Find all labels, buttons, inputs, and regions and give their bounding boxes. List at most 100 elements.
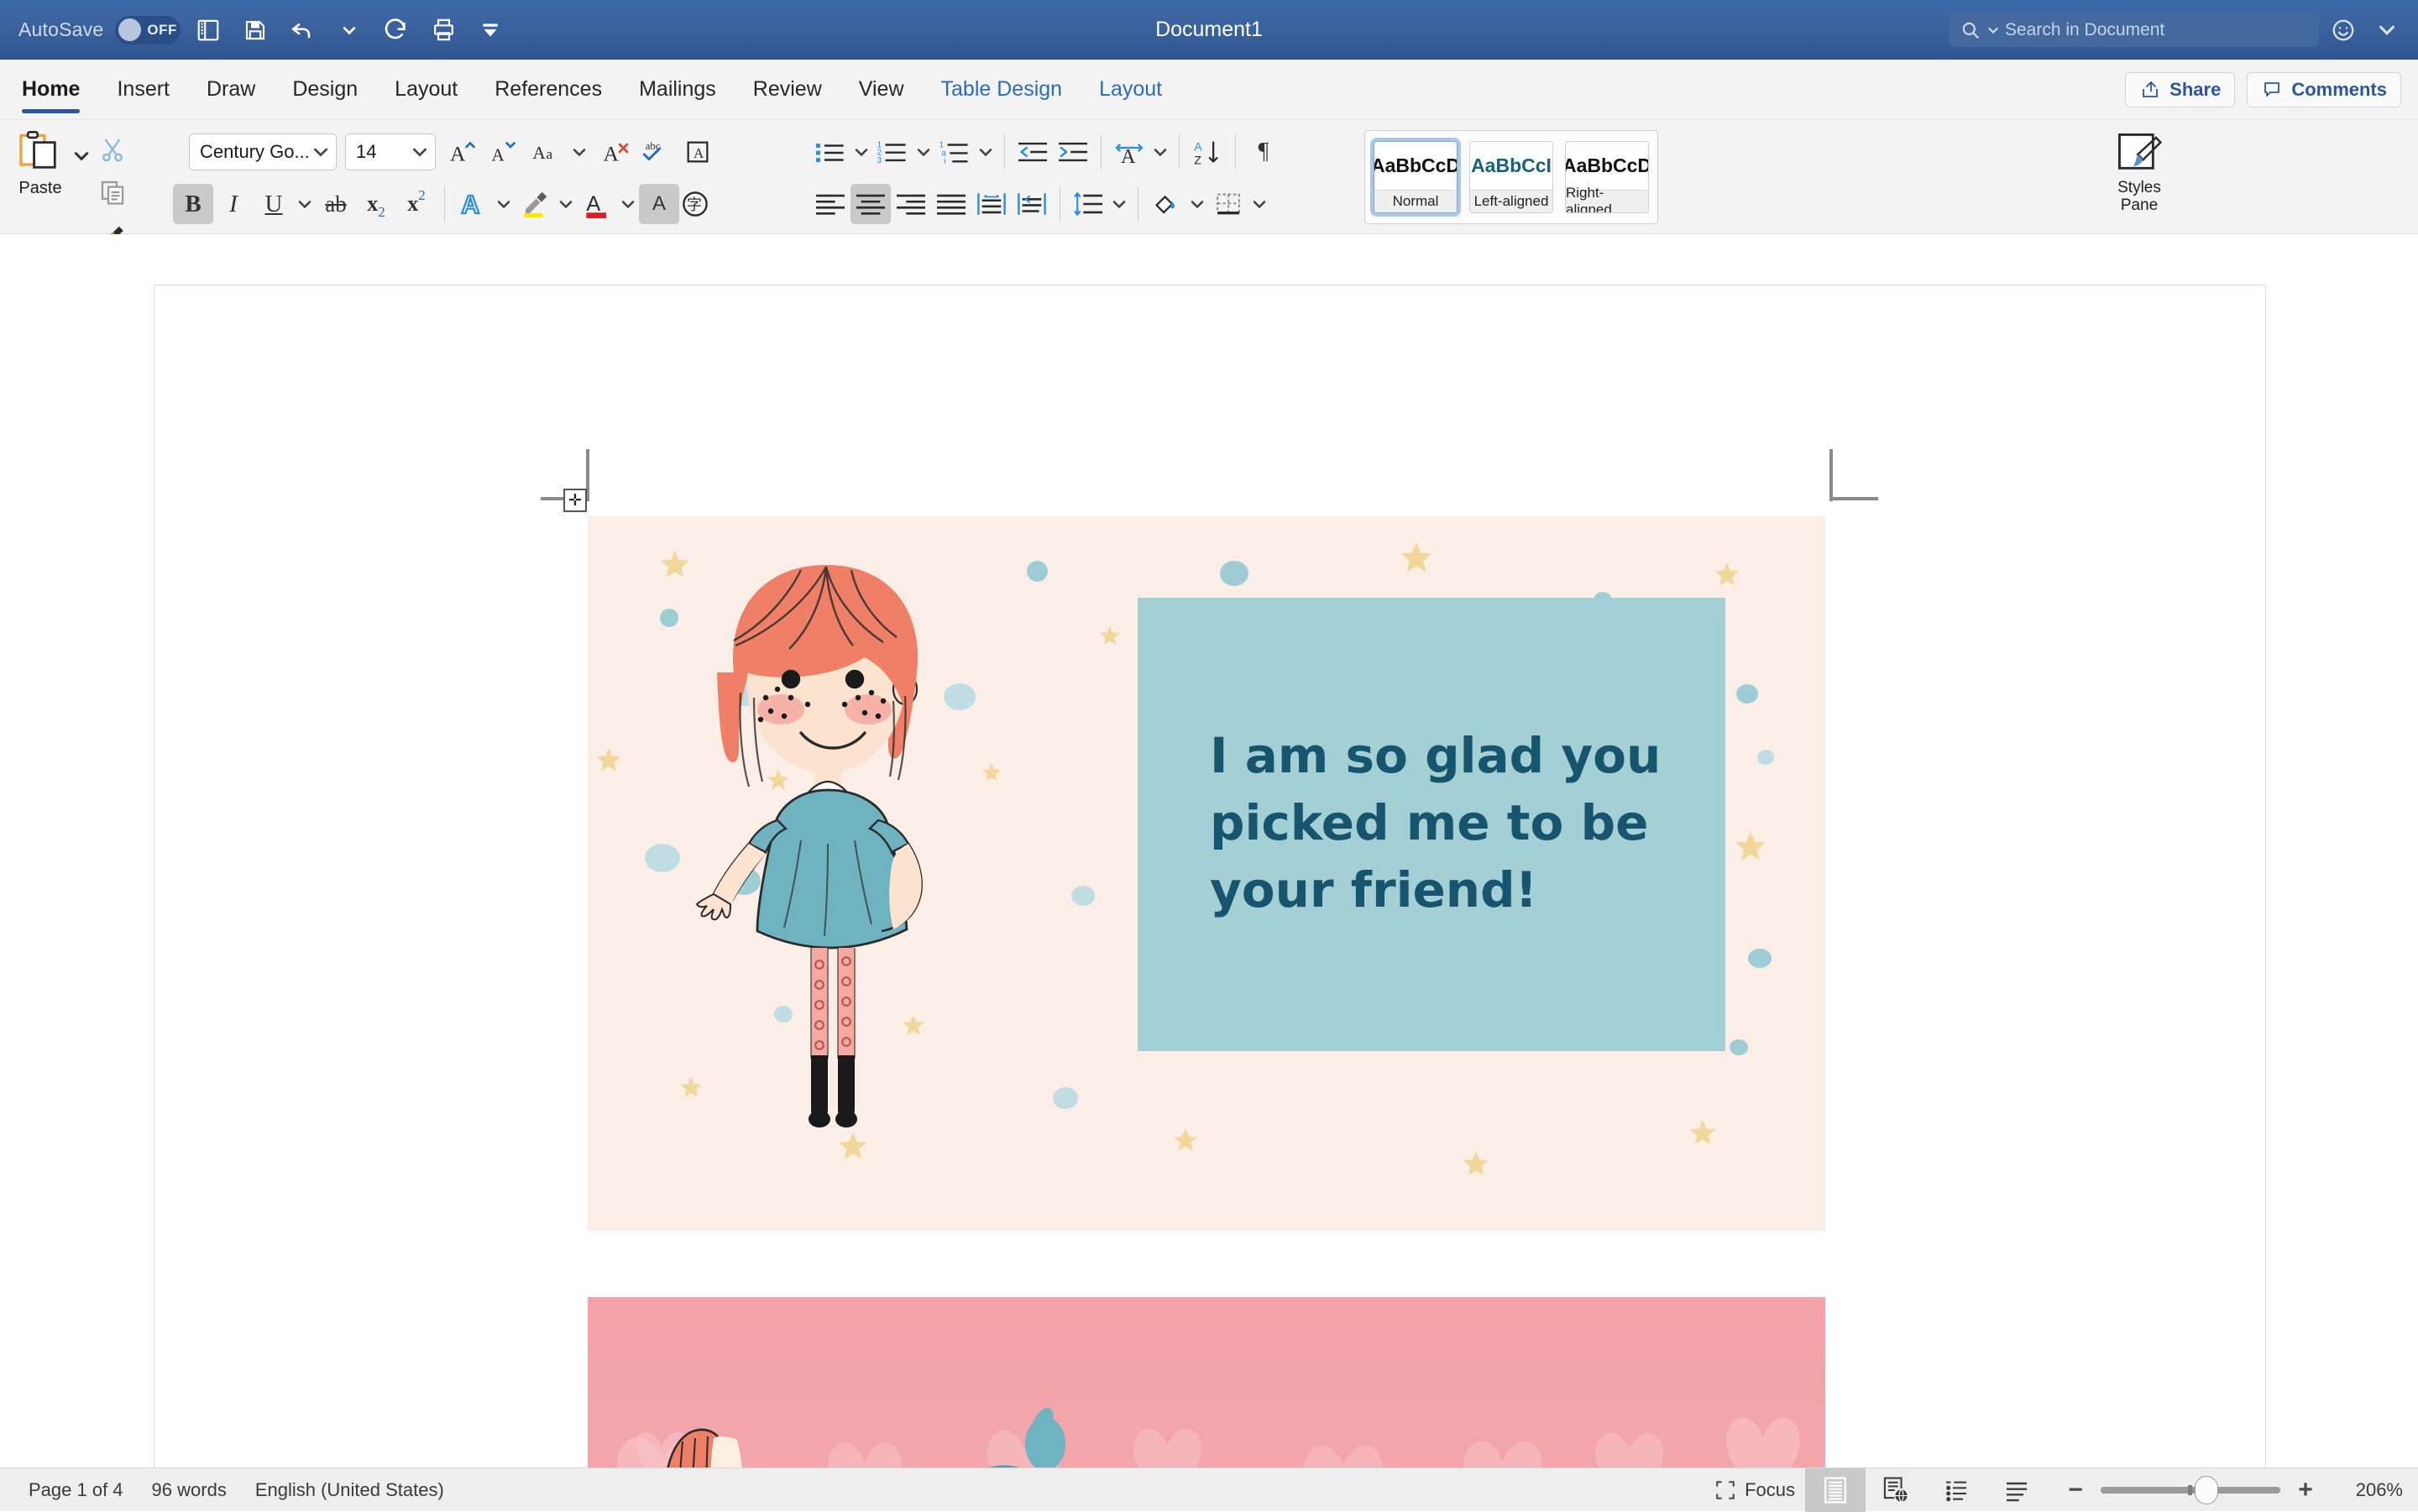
style-right-aligned[interactable]: AaBbCcD Right-aligned: [1565, 141, 1649, 213]
focus-mode-button[interactable]: Focus: [1704, 1479, 1805, 1501]
zoom-in-button[interactable]: +: [2294, 1476, 2317, 1504]
comments-button[interactable]: Comments: [2247, 72, 2401, 107]
align-left-button[interactable]: [810, 184, 850, 224]
zoom-out-button[interactable]: −: [2064, 1476, 2087, 1504]
tab-review[interactable]: Review: [735, 60, 840, 120]
justify-button[interactable]: [931, 184, 971, 224]
strikethrough-button[interactable]: ab: [316, 184, 356, 224]
word-count-status[interactable]: 96 words: [152, 1479, 227, 1501]
undo-icon[interactable]: [283, 11, 322, 50]
clear-formatting-button[interactable]: A: [597, 132, 637, 172]
bulleted-list-button[interactable]: [810, 132, 850, 172]
highlight-chevron-down-icon[interactable]: [555, 185, 577, 223]
distributed-button[interactable]: [971, 184, 1012, 224]
language-status[interactable]: English (United States): [255, 1479, 444, 1501]
zoom-slider[interactable]: [2101, 1487, 2280, 1494]
font-color-chevron-down-icon[interactable]: [617, 185, 639, 223]
copy-button[interactable]: [92, 172, 133, 212]
paste-button[interactable]: Paste: [10, 128, 71, 198]
cut-button[interactable]: [92, 130, 133, 170]
subscript-button[interactable]: x 2: [356, 184, 396, 224]
table-move-handle[interactable]: ✛: [563, 489, 587, 512]
autosave-toggle[interactable]: OFF: [115, 16, 181, 44]
shading-button[interactable]: [1146, 184, 1186, 224]
numbered-list-chevron-down-icon[interactable]: [913, 133, 934, 171]
numbered-list-button[interactable]: 1 2 3: [872, 132, 913, 172]
draft-view-button[interactable]: [1986, 1468, 2047, 1512]
document-page[interactable]: ✛: [154, 285, 2266, 1468]
multilevel-list-button[interactable]: 1 a i: [934, 132, 975, 172]
character-shading-button[interactable]: A: [639, 184, 679, 224]
paste-options-chevron-down-icon[interactable]: [71, 137, 92, 175]
borders-button[interactable]: [1208, 184, 1248, 224]
bulleted-list-chevron-down-icon[interactable]: [850, 133, 872, 171]
redo-icon[interactable]: [377, 11, 416, 50]
print-layout-view-button[interactable]: [1805, 1468, 1866, 1512]
document-canvas[interactable]: ✛: [0, 234, 2418, 1468]
text-effects-chevron-down-icon[interactable]: [493, 185, 515, 223]
page-number-status[interactable]: Page 1 of 4: [29, 1479, 123, 1501]
layout-icon[interactable]: [189, 11, 228, 50]
illustration-card-friend[interactable]: I am so glad you picked me to be your fr…: [588, 516, 1825, 1231]
underline-button[interactable]: U: [254, 184, 294, 224]
styles-pane-button[interactable]: Styles Pane: [2099, 130, 2180, 214]
line-spacing-chevron-down-icon[interactable]: [1108, 185, 1130, 223]
italic-button[interactable]: I: [213, 184, 254, 224]
shading-chevron-down-icon[interactable]: [1186, 185, 1208, 223]
message-text-box[interactable]: I am so glad you picked me to be your fr…: [1138, 598, 1725, 1051]
line-spacing-button[interactable]: [1068, 184, 1108, 224]
illustration-card-hearts[interactable]: [588, 1297, 1825, 1468]
spelling-check-button[interactable]: abc: [637, 132, 678, 172]
tab-references[interactable]: References: [476, 60, 620, 120]
feedback-smiley-icon[interactable]: [2324, 11, 2363, 50]
change-case-button[interactable]: A a: [528, 132, 568, 172]
increase-indent-button[interactable]: [1053, 132, 1093, 172]
rtl-ltr-button[interactable]: [1012, 184, 1052, 224]
search-scope-chevron-down-icon[interactable]: [1986, 24, 2000, 37]
style-left-aligned[interactable]: AaBbCcI Left-aligned: [1469, 141, 1553, 213]
superscript-button[interactable]: x 2: [396, 184, 437, 224]
text-effects-button[interactable]: A: [453, 184, 493, 224]
phonetic-guide-button[interactable]: 字: [679, 184, 726, 224]
decrease-font-size-button[interactable]: A: [483, 132, 523, 172]
decrease-indent-button[interactable]: [1013, 132, 1053, 172]
font-color-button[interactable]: A: [577, 184, 617, 224]
print-icon[interactable]: [424, 11, 463, 50]
tab-layout[interactable]: Layout: [376, 60, 476, 120]
increase-font-size-button[interactable]: A: [442, 132, 483, 172]
sort-button[interactable]: A Z: [1187, 132, 1227, 172]
highlight-color-button[interactable]: [515, 184, 555, 224]
tab-table-layout[interactable]: Layout: [1081, 60, 1180, 120]
tab-draw[interactable]: Draw: [188, 60, 274, 120]
tab-mailings[interactable]: Mailings: [620, 60, 735, 120]
multilevel-list-chevron-down-icon[interactable]: [975, 133, 997, 171]
undo-caret-icon[interactable]: [330, 11, 369, 50]
zoom-slider-handle[interactable]: [2195, 1476, 2218, 1504]
align-right-button[interactable]: [891, 184, 931, 224]
web-layout-view-button[interactable]: [1866, 1468, 1926, 1512]
change-case-chevron-down-icon[interactable]: [568, 133, 590, 171]
customize-toolbar-icon[interactable]: [471, 11, 510, 50]
tab-home[interactable]: Home: [0, 60, 98, 120]
borders-chevron-down-icon[interactable]: [1248, 185, 1270, 223]
ribbon-options-chevron-down-icon[interactable]: [2368, 11, 2406, 50]
bold-button[interactable]: B: [173, 184, 213, 224]
underline-chevron-down-icon[interactable]: [294, 185, 316, 223]
zoom-level-label[interactable]: 206%: [2331, 1479, 2403, 1501]
text-box-button[interactable]: A: [678, 132, 718, 172]
search-input[interactable]: Search in Document: [1950, 13, 2319, 47]
text-direction-button[interactable]: A: [1109, 132, 1149, 172]
align-center-button[interactable]: [850, 184, 891, 224]
tab-design[interactable]: Design: [274, 60, 376, 120]
show-formatting-marks-button[interactable]: ¶: [1243, 132, 1284, 172]
tab-view[interactable]: View: [840, 60, 923, 120]
style-normal[interactable]: AaBbCcD Normal: [1374, 141, 1458, 213]
save-icon[interactable]: [236, 11, 275, 50]
text-direction-chevron-down-icon[interactable]: [1149, 133, 1171, 171]
tab-insert[interactable]: Insert: [98, 60, 188, 120]
outline-view-button[interactable]: [1926, 1468, 1986, 1512]
font-size-select[interactable]: 14: [345, 133, 436, 170]
font-name-select[interactable]: Century Go...: [189, 133, 337, 170]
share-button[interactable]: Share: [2125, 72, 2235, 107]
tab-table-design[interactable]: Table Design: [923, 60, 1081, 120]
